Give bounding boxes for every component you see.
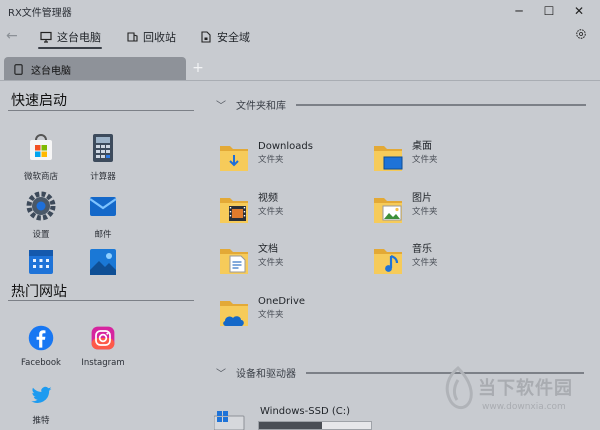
chevron-down-icon: ﹀: [216, 369, 226, 380]
hot-sites-title: 热门网站: [11, 284, 67, 300]
app-calendar[interactable]: [11, 246, 71, 284]
app-calculator[interactable]: 计算器: [73, 132, 133, 182]
quick-launch-divider: [8, 110, 194, 111]
gear-icon: [576, 29, 586, 39]
title-bar: RX文件管理器 ─ ☐ ✕: [0, 0, 600, 22]
nav-this-pc[interactable]: 这台电脑: [40, 28, 101, 46]
hot-sites-divider: [8, 300, 194, 301]
site-instagram[interactable]: Instagram: [73, 324, 133, 368]
nav-this-pc-label: 这台电脑: [57, 31, 101, 44]
app-mail[interactable]: 邮件: [73, 190, 133, 240]
maximize-button[interactable]: ☐: [534, 2, 564, 20]
maximize-icon: ☐: [543, 4, 555, 18]
documents-folder-icon: [220, 249, 248, 274]
windows-drive-icon: [214, 411, 245, 430]
app-mail-label: 邮件: [94, 230, 112, 240]
drives-group-title: 设备和驱动器: [236, 369, 296, 380]
monitor-icon: [40, 31, 52, 43]
close-icon: ✕: [573, 4, 585, 18]
facebook-icon: [28, 325, 54, 351]
folder-type: 文件夹: [258, 207, 284, 217]
window-title: RX文件管理器: [8, 8, 72, 19]
folder-downloads[interactable]: Downloads 文件夹: [218, 140, 313, 174]
minimize-button[interactable]: ─: [504, 2, 534, 20]
folder-name: 图片: [412, 193, 432, 204]
folder-name: 音乐: [412, 244, 432, 255]
nav-secure-area[interactable]: 安全域: [200, 28, 250, 46]
quick-launch-title: 快速启动: [11, 93, 67, 109]
folder-desktop[interactable]: 桌面 文件夹: [372, 140, 438, 174]
folder-type: 文件夹: [258, 310, 284, 320]
folder-videos[interactable]: 视频 文件夹: [218, 192, 284, 226]
folder-music[interactable]: 音乐 文件夹: [372, 243, 438, 277]
twitter-icon: [31, 386, 52, 403]
folder-type: 文件夹: [412, 258, 438, 268]
add-tab-button[interactable]: +: [190, 60, 206, 76]
folder-onedrive[interactable]: OneDrive 文件夹: [218, 295, 305, 329]
site-twitter[interactable]: 推特: [11, 382, 71, 426]
mail-icon: [89, 197, 117, 216]
calendar-icon: [29, 250, 53, 274]
desktop-folder-icon: [374, 146, 403, 171]
chevron-down-icon: ﹀: [216, 101, 226, 112]
folder-name: OneDrive: [258, 296, 306, 307]
tab-this-pc[interactable]: 这台电脑: [4, 57, 186, 81]
app-settings-label: 设置: [32, 230, 50, 240]
nav-secure-area-label: 安全域: [217, 31, 250, 44]
site-instagram-label: Instagram: [81, 358, 125, 368]
drive-usage-fill: [259, 422, 322, 429]
music-folder-icon: [374, 249, 402, 274]
nav-recycle-bin-label: 回收站: [143, 31, 176, 44]
close-button[interactable]: ✕: [564, 2, 594, 20]
settings-gear-icon: [26, 191, 56, 221]
app-settings[interactable]: 设置: [11, 190, 71, 240]
folder-name: 桌面: [412, 141, 432, 152]
folders-group-title: 文件夹和库: [236, 101, 286, 112]
minimize-icon: ─: [515, 4, 523, 18]
back-arrow-icon: ←: [6, 28, 18, 44]
instagram-icon: [91, 326, 115, 350]
folder-documents[interactable]: 文档 文件夹: [218, 243, 284, 277]
folder-type: 文件夹: [258, 258, 284, 268]
secure-file-icon: [201, 31, 211, 43]
folder-type: 文件夹: [412, 155, 438, 165]
folder-pictures[interactable]: 图片 文件夹: [372, 192, 438, 226]
drive-name: Windows-SSD (C:): [260, 406, 350, 417]
videos-folder-icon: [220, 198, 248, 223]
photos-icon: [90, 249, 116, 275]
folder-name: 文档: [258, 244, 278, 255]
folder-type: 文件夹: [412, 207, 438, 217]
watermark-text: 当下软件园: [478, 378, 573, 399]
app-store[interactable]: 微软商店: [11, 132, 71, 182]
app-store-label: 微软商店: [23, 172, 58, 182]
plus-icon: +: [192, 60, 204, 76]
folder-type: 文件夹: [258, 155, 284, 165]
folders-group-rule: [296, 103, 586, 106]
nav-recycle-bin[interactable]: 回收站: [126, 28, 176, 46]
app-calculator-label: 计算器: [90, 172, 116, 182]
tablet-icon: [14, 63, 23, 75]
site-facebook[interactable]: Facebook: [11, 324, 71, 368]
settings-button[interactable]: [574, 27, 592, 45]
watermark-url: www.downxia.com: [482, 402, 566, 412]
calculator-icon: [93, 134, 113, 162]
site-facebook-label: Facebook: [21, 358, 61, 368]
folder-name: Downloads: [258, 141, 313, 152]
tab-bar-divider: [0, 80, 600, 81]
active-nav-indicator: [38, 47, 102, 49]
app-photos[interactable]: [73, 246, 133, 284]
tab-label: 这台电脑: [31, 65, 71, 77]
downloads-folder-icon: [220, 146, 248, 171]
pictures-folder-icon: [374, 198, 402, 223]
onedrive-folder-icon: [220, 301, 248, 326]
watermark-logo-icon: [445, 366, 473, 410]
site-twitter-label: 推特: [32, 416, 50, 426]
folder-name: 视频: [258, 193, 278, 204]
store-icon: [30, 134, 52, 160]
folders-group-header[interactable]: ﹀ 文件夹和库: [216, 97, 586, 112]
back-button[interactable]: ←: [6, 28, 24, 44]
recycle-bin-icon: [127, 32, 138, 42]
